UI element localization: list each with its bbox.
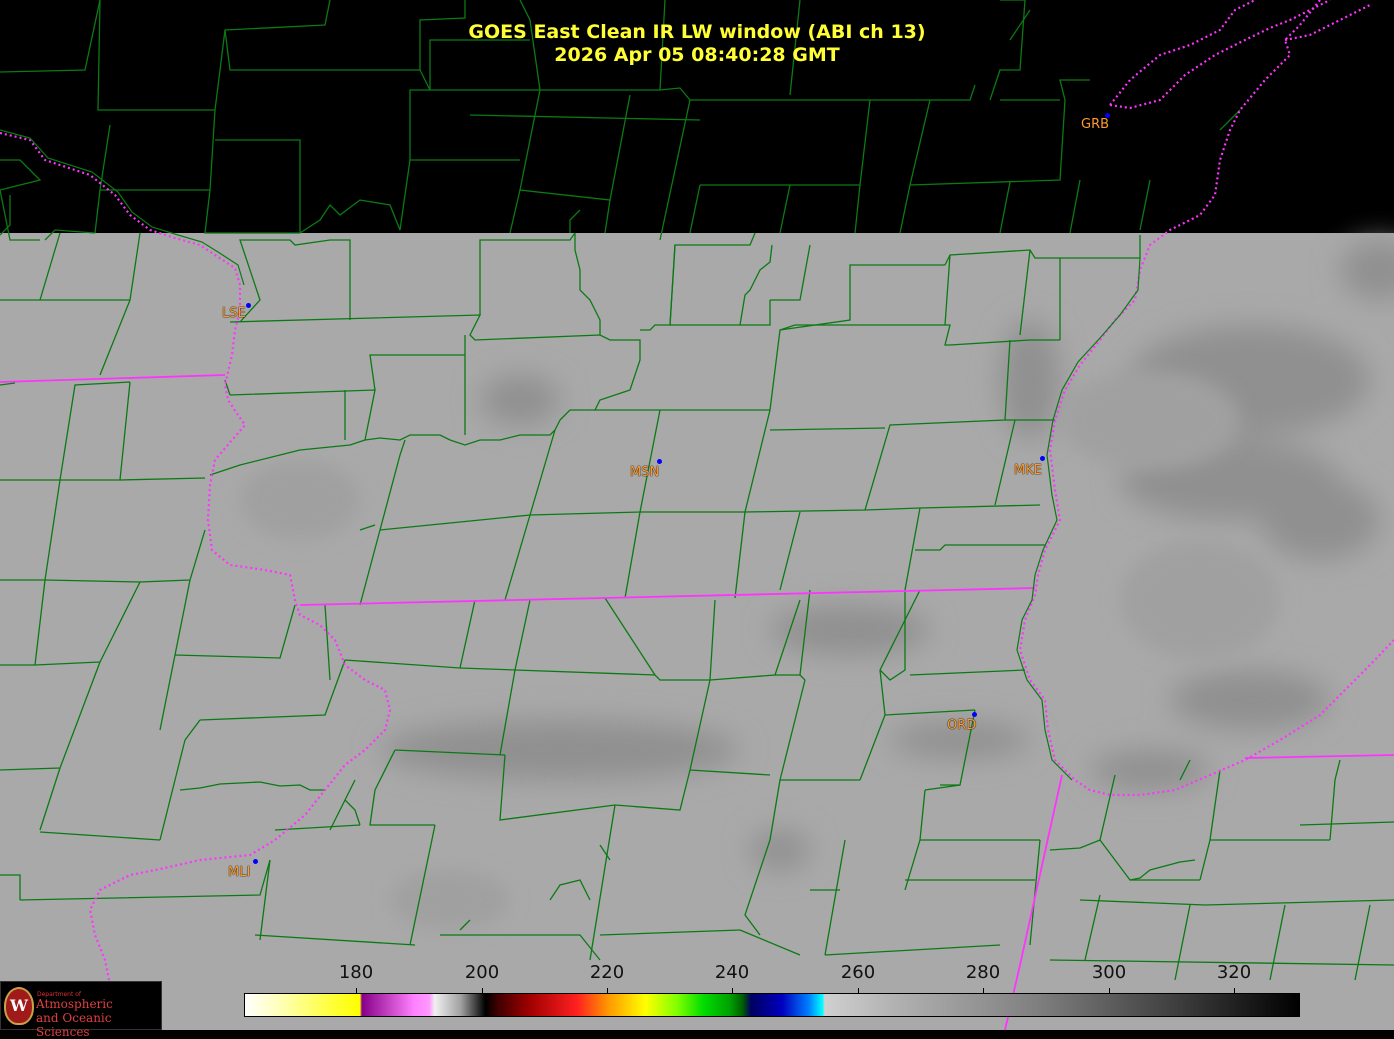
- temperature-colorbar: [244, 993, 1300, 1017]
- colorbar-tick-label: 260: [840, 962, 876, 983]
- city-label-lse: LSE: [222, 306, 246, 321]
- satellite-map: [0, 0, 1394, 1030]
- colorbar-tick: [1109, 988, 1110, 994]
- colorbar-tick: [983, 988, 984, 994]
- colorbar-tick-label: 200: [464, 962, 500, 983]
- logo-name-line1: Atmospheric: [36, 997, 113, 1011]
- colorbar-tick-label: 240: [714, 962, 750, 983]
- uw-seal-icon: W: [4, 987, 34, 1025]
- city-marker-mke: [1040, 456, 1045, 461]
- city-marker-mli: [253, 859, 258, 864]
- city-label-mli: MLI: [228, 865, 251, 880]
- colorbar-tick: [1234, 988, 1235, 994]
- city-marker-msn: [657, 459, 662, 464]
- colorbar-tick: [858, 988, 859, 994]
- colorbar-tick-label: 220: [589, 962, 625, 983]
- city-marker-ord: [972, 712, 977, 717]
- colorbar-tick: [482, 988, 483, 994]
- colorbar-tick-label: 300: [1091, 962, 1127, 983]
- city-label-msn: MSN: [630, 465, 660, 480]
- image-timestamp: 2026 Apr 05 08:40:28 GMT: [554, 44, 840, 66]
- logo-name-line2: and Oceanic Sciences: [36, 1011, 112, 1039]
- aos-logo: W Department of Atmospheric and Oceanic …: [0, 981, 162, 1039]
- city-label-mke: MKE: [1014, 463, 1042, 478]
- colorbar-tick: [356, 988, 357, 994]
- colorbar-tick: [607, 988, 608, 994]
- city-marker-lse: [246, 303, 251, 308]
- colorbar-tick: [732, 988, 733, 994]
- colorbar-tick-label: 280: [965, 962, 1001, 983]
- colorbar-tick-label: 320: [1216, 962, 1252, 983]
- image-title: GOES East Clean IR LW window (ABI ch 13): [468, 21, 926, 43]
- city-label-ord: ORD: [947, 718, 977, 733]
- city-label-grb: GRB: [1081, 117, 1110, 132]
- colorbar-tick-label: 180: [338, 962, 374, 983]
